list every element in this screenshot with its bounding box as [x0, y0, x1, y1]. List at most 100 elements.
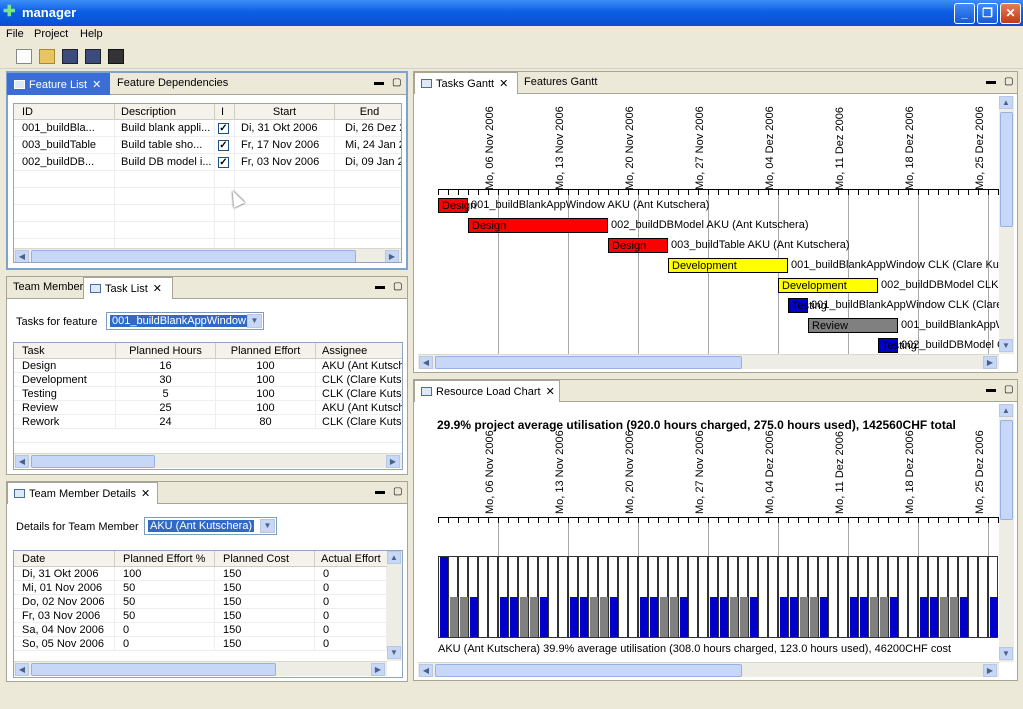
tab-team-member[interactable]: Team Member — [7, 277, 89, 299]
col-start[interactable]: Start — [235, 104, 335, 120]
horizontal-scrollbar[interactable]: ◀ ▶ — [14, 248, 401, 262]
gantt-bar[interactable]: Testing — [878, 338, 917, 353]
col-id[interactable]: ID — [14, 104, 115, 120]
col-planned-hours[interactable]: Planned Hours — [116, 343, 216, 359]
gantt-bar[interactable]: Review — [808, 318, 898, 333]
print-icon[interactable] — [108, 49, 124, 64]
tab-features-gantt[interactable]: Features Gantt — [518, 72, 603, 94]
col-actual-effort[interactable]: Actual Effort — [315, 551, 389, 567]
gantt-bar[interactable]: Design — [608, 238, 668, 253]
table-row[interactable]: Testing5100CLK (Clare Kutsch — [14, 387, 402, 401]
maximize-view-icon[interactable]: ▢ — [392, 77, 401, 88]
scroll-left-icon[interactable]: ◀ — [15, 663, 29, 676]
feature-select[interactable]: 001_buildBlankAppWindow ▼ — [106, 312, 264, 330]
close-icon[interactable]: ✕ — [92, 79, 101, 91]
scroll-right-icon[interactable]: ▶ — [983, 356, 997, 369]
table-row[interactable] — [14, 171, 401, 188]
open-folder-icon[interactable] — [39, 49, 55, 64]
scroll-left-icon[interactable]: ◀ — [15, 455, 29, 468]
col-end[interactable]: End — [335, 104, 401, 120]
table-row[interactable]: Di, 31 Okt 2006 100 150 0 — [14, 567, 387, 581]
include-cell[interactable]: ✓ — [215, 154, 235, 171]
vertical-scrollbar[interactable]: ▲ ▼ — [387, 551, 402, 661]
scroll-left-icon[interactable]: ◀ — [419, 356, 433, 369]
col-i[interactable]: I — [215, 104, 235, 120]
tab-team-member-details[interactable]: Team Member Details ✕ — [7, 482, 158, 504]
col-planned-effort-pct[interactable]: Planned Effort % — [115, 551, 215, 567]
close-icon[interactable]: ✕ — [546, 386, 555, 398]
table-row[interactable]: Review 25 100 AKU (Ant Kutsche — [14, 401, 402, 415]
scroll-thumb[interactable] — [435, 664, 742, 677]
col-planned-cost[interactable]: Planned Cost — [215, 551, 315, 567]
scroll-thumb[interactable] — [31, 250, 356, 262]
resource-chart[interactable]: 29.9% project average utilisation (920.0… — [418, 404, 999, 662]
minimize-button[interactable]: _ — [954, 3, 975, 24]
scroll-right-icon[interactable]: ▶ — [385, 250, 399, 262]
menu-help[interactable]: Help — [80, 28, 103, 40]
scroll-down-icon[interactable]: ▼ — [999, 647, 1013, 660]
table-row[interactable]: Do, 02 Nov 2006 50 150 0 — [14, 595, 387, 609]
gantt-bar[interactable]: Testing — [788, 298, 827, 313]
table-row[interactable]: 003_buildTable Build table sho... Fr, 17 N… — [14, 137, 401, 154]
table-row[interactable] — [14, 205, 401, 222]
scroll-down-icon[interactable]: ▼ — [387, 646, 401, 659]
table-row[interactable]: Sa, 04 Nov 2006 0 150 0 — [14, 623, 387, 637]
include-cell[interactable]: ✓ — [215, 120, 235, 137]
table-row[interactable]: 002_buildDB... Build DB model i... Fr, 03 … — [14, 154, 401, 171]
vertical-scrollbar[interactable]: ▲ ▼ — [999, 96, 1014, 354]
col-assignee[interactable]: Assignee — [316, 343, 402, 359]
scroll-left-icon[interactable]: ◀ — [15, 250, 29, 262]
checkbox-checked-icon[interactable]: ✓ — [218, 140, 229, 151]
scroll-left-icon[interactable]: ◀ — [419, 664, 433, 677]
include-cell[interactable]: ✓ — [215, 137, 235, 154]
close-icon[interactable]: ✕ — [153, 283, 162, 295]
tab-feature-list[interactable]: Feature List ✕ — [7, 73, 110, 95]
close-button[interactable]: ✕ — [1000, 3, 1021, 24]
vertical-scrollbar[interactable]: ▲ ▼ — [999, 404, 1014, 662]
minimize-view-icon[interactable]: ▬ — [375, 486, 385, 497]
close-icon[interactable]: ✕ — [141, 488, 150, 500]
horizontal-scrollbar[interactable]: ◀ ▶ — [14, 661, 387, 676]
gantt-bar[interactable]: Design — [438, 198, 476, 213]
member-select[interactable]: AKU (Ant Kutschera) ▼ — [144, 517, 277, 535]
horizontal-scrollbar[interactable]: ◀ ▶ — [14, 453, 402, 468]
scroll-thumb[interactable] — [435, 356, 742, 369]
scroll-down-icon[interactable]: ▼ — [999, 339, 1013, 352]
scroll-up-icon[interactable]: ▲ — [387, 551, 401, 564]
close-icon[interactable]: ✕ — [499, 78, 508, 90]
tab-feature-dependencies[interactable]: Feature Dependencies — [111, 73, 234, 95]
new-file-icon[interactable] — [16, 49, 32, 64]
maximize-view-icon[interactable]: ▢ — [393, 281, 402, 292]
tab-task-list[interactable]: Task List ✕ — [83, 277, 173, 299]
scroll-thumb[interactable] — [31, 663, 276, 676]
minimize-view-icon[interactable]: ▬ — [374, 77, 384, 88]
col-task[interactable]: Task — [14, 343, 116, 359]
save-icon[interactable] — [62, 49, 78, 64]
scroll-right-icon[interactable]: ▶ — [371, 663, 385, 676]
maximize-view-icon[interactable]: ▢ — [393, 486, 402, 497]
scroll-right-icon[interactable]: ▶ — [983, 664, 997, 677]
table-row[interactable] — [14, 222, 401, 239]
table-row[interactable]: Design 16 100 AKU (Ant Kutsche — [14, 359, 402, 373]
tab-tasks-gantt[interactable]: Tasks Gantt ✕ — [414, 72, 518, 94]
table-row[interactable] — [14, 429, 402, 443]
table-row[interactable]: Rework2480CLK (Clare Kutsch — [14, 415, 402, 429]
tab-resource-load-chart[interactable]: Resource Load Chart ✕ — [414, 380, 560, 402]
table-row[interactable]: So, 05 Nov 2006 0 150 0 — [14, 637, 387, 651]
checkbox-checked-icon[interactable]: ✓ — [218, 123, 229, 134]
horizontal-scrollbar[interactable]: ◀ ▶ — [418, 662, 999, 677]
gantt-chart[interactable]: Mo, 06 Nov 2006 Mo, 13 Nov 2006 Mo, 20 Nov… — [418, 96, 999, 354]
menu-file[interactable]: File — [6, 28, 24, 40]
table-row[interactable]: Fr, 03 Nov 2006 50 150 0 — [14, 609, 387, 623]
save-all-icon[interactable] — [85, 49, 101, 64]
maximize-view-icon[interactable]: ▢ — [1004, 76, 1013, 87]
maximize-view-icon[interactable]: ▢ — [1004, 384, 1013, 395]
col-description[interactable]: Description — [115, 104, 215, 120]
table-row[interactable]: Development30100CLK (Clare Kutsch — [14, 373, 402, 387]
gantt-bar[interactable]: Development — [668, 258, 788, 273]
checkbox-checked-icon[interactable]: ✓ — [218, 157, 229, 168]
scroll-up-icon[interactable]: ▲ — [999, 96, 1013, 109]
gantt-bar[interactable]: Design — [468, 218, 608, 233]
chevron-down-icon[interactable]: ▼ — [247, 314, 262, 328]
minimize-view-icon[interactable]: ▬ — [986, 384, 996, 395]
